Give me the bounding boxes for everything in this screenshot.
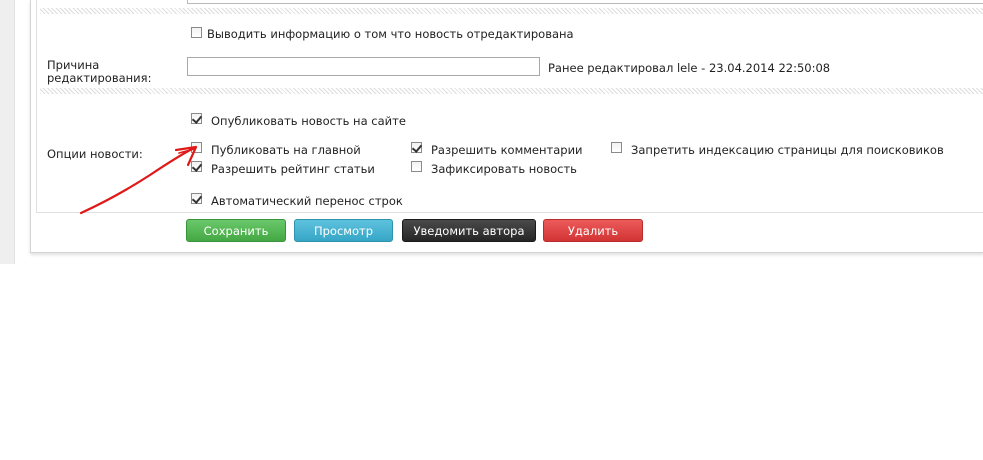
delete-button[interactable]: Удалить (543, 219, 643, 242)
allow-comments-checkbox[interactable] (411, 142, 422, 153)
reason-label-line2: редактирования: (47, 71, 152, 85)
reason-input[interactable] (187, 57, 540, 76)
disallow-indexing-label: Запретить индексацию страницы для поиско… (631, 143, 944, 157)
disallow-indexing-checkbox[interactable] (611, 142, 622, 153)
publish-on-site-checkbox[interactable] (191, 113, 202, 124)
allow-rating-label: Разрешить рейтинг статьи (211, 162, 375, 176)
auto-wrap-label: Автоматический перенос строк (211, 194, 403, 208)
save-button[interactable]: Сохранить (186, 219, 286, 242)
pin-news-label: Зафиксировать новость (431, 162, 577, 176)
preview-button[interactable]: Просмотр (294, 219, 393, 242)
pin-news-checkbox[interactable] (411, 161, 422, 172)
publish-on-main-label: Публиковать на главной (211, 143, 361, 157)
edit-info-checkbox[interactable] (191, 27, 202, 38)
previous-field-input[interactable] (187, 0, 983, 4)
section-divider (40, 88, 983, 94)
reason-label: Причина редактирования: (47, 59, 151, 85)
allow-comments-label: Разрешить комментарии (431, 143, 583, 157)
last-edited-text: Ранее редактировал lele - 23.04.2014 22:… (548, 61, 831, 75)
notify-author-button[interactable]: Уведомить автора (402, 219, 536, 242)
publish-on-site-label: Опубликовать новость на сайте (211, 114, 406, 128)
left-sidebar-strip (0, 0, 15, 264)
section-divider (40, 8, 983, 14)
edit-info-label: Выводить информацию о том что новость от… (207, 27, 574, 41)
annotation-arrow-icon (79, 145, 198, 215)
